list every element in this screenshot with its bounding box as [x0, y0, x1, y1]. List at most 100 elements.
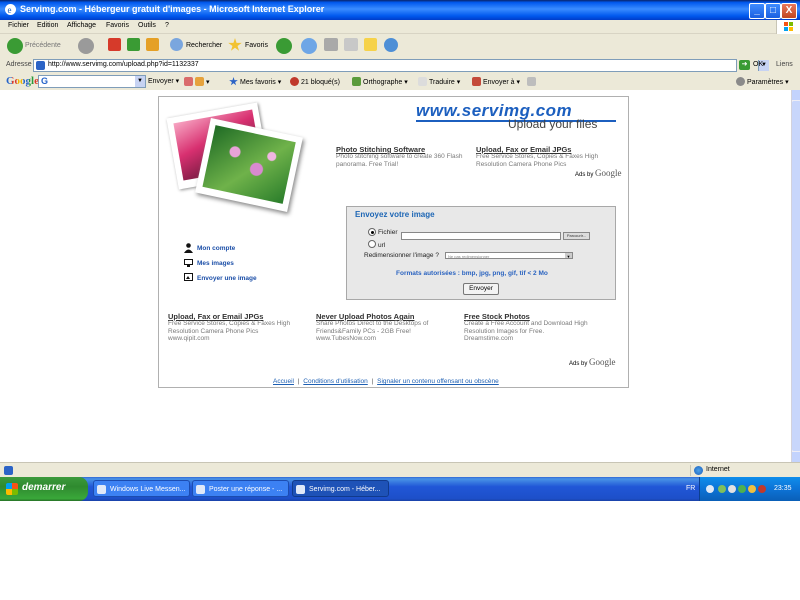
link-mon-compte[interactable]: Mon compte	[197, 245, 235, 252]
maximize-button[interactable]: □	[765, 3, 781, 19]
send-to-button[interactable]: Envoyer à ▾	[472, 77, 520, 86]
footer-link-accueil[interactable]: Accueil	[273, 378, 294, 385]
ie-icon: e	[4, 3, 17, 16]
window-title: Servimg.com - Hébergeur gratuit d'images…	[20, 4, 325, 14]
bookmark-icon	[195, 77, 204, 86]
close-button[interactable]: X	[781, 3, 797, 19]
ad-text-free-stock: Create a Free Account and Download High …	[464, 320, 588, 335]
back-arrow-icon[interactable]	[7, 38, 23, 54]
user-icon	[184, 243, 193, 253]
menu-fichier[interactable]: Fichier	[8, 22, 29, 29]
scroll-thumb[interactable]	[792, 101, 800, 451]
ad-url-tubesnow[interactable]: www.TubesNow.com	[316, 335, 376, 342]
home-icon[interactable]	[146, 38, 159, 51]
menu-outils[interactable]: Outils	[138, 22, 156, 29]
google-extra-icons[interactable]: ▾	[184, 77, 210, 86]
address-bar: Adresse http://www.servimg.com/upload.ph…	[0, 58, 800, 74]
task-label: Windows Live Messen...	[110, 486, 186, 493]
translate-label: Traduire	[429, 79, 455, 86]
google-send-button[interactable]: Envoyer ▾	[148, 77, 179, 85]
task-poster-une-reponse[interactable]: Poster une réponse - ...	[192, 480, 289, 497]
minimize-button[interactable]: _	[749, 3, 765, 19]
back-button-label[interactable]: Précédente	[25, 42, 61, 49]
file-input[interactable]	[401, 232, 561, 240]
ad-url-dreamstime[interactable]: Dreamstime.com	[464, 335, 513, 342]
google-favorites-label: Mes favoris	[240, 79, 276, 86]
pencil-icon[interactable]	[527, 77, 538, 86]
tray-antivirus-icon[interactable]	[758, 485, 766, 493]
go-button[interactable]: OK	[753, 61, 763, 68]
ads-by-google-top[interactable]: Ads by Google	[575, 168, 622, 178]
settings-button[interactable]: Paramètres ▾	[736, 77, 789, 86]
google-logo[interactable]: Google	[6, 75, 39, 87]
star-icon	[229, 77, 238, 86]
google-search-input[interactable]: G ▼	[38, 75, 146, 88]
stop-icon[interactable]	[108, 38, 121, 51]
svg-text:e: e	[8, 5, 12, 15]
ads-by-label-bottom: Ads by	[569, 361, 588, 367]
security-zone: Internet	[706, 466, 730, 473]
spellcheck-icon	[352, 77, 361, 86]
task-servimg[interactable]: Servimg.com - Héber...	[292, 480, 389, 497]
menu-affichage[interactable]: Affichage	[67, 22, 96, 29]
ads-by-label: Ads by	[575, 172, 594, 178]
menu-edition[interactable]: Edition	[37, 22, 58, 29]
link-envoyer-une-image[interactable]: Envoyer une image	[197, 275, 257, 282]
tray-security-icon[interactable]	[748, 485, 756, 493]
search-icon[interactable]	[170, 38, 183, 51]
start-button[interactable]: demarrer	[0, 477, 88, 501]
task-label: Poster une réponse - ...	[209, 486, 283, 493]
popup-blocker-button[interactable]: 21 bloqué(s)	[290, 77, 340, 86]
spellcheck-button[interactable]: Orthographe ▾	[352, 77, 408, 86]
address-url[interactable]: http://www.servimg.com/upload.php?id=113…	[48, 61, 199, 68]
send-button[interactable]: Envoyer	[463, 283, 499, 295]
send-to-icon	[472, 77, 481, 86]
messenger-icon[interactable]	[384, 38, 398, 52]
ads-by-google-bottom[interactable]: Ads by Google	[569, 357, 616, 367]
print-icon[interactable]	[324, 38, 338, 51]
scroll-up-arrow-icon[interactable]	[792, 90, 800, 100]
translate-icon	[418, 77, 427, 86]
favorites-star-icon[interactable]	[228, 38, 242, 51]
google-favorites-button[interactable]: Mes favoris ▾	[229, 77, 281, 86]
ads-by-brand: Google	[595, 168, 622, 178]
google-search-dropdown-icon[interactable]: ▼	[135, 76, 145, 87]
footer-link-signaler[interactable]: Signaler un contenu offensant ou obscène	[377, 378, 499, 385]
task-windows-live-messenger[interactable]: Windows Live Messen...	[93, 480, 190, 497]
address-input[interactable]: http://www.servimg.com/upload.php?id=113…	[33, 59, 769, 72]
resize-dropdown-icon[interactable]: ▼	[565, 253, 572, 259]
search-button-label[interactable]: Rechercher	[186, 42, 222, 49]
tray-network-icon[interactable]	[718, 485, 726, 493]
windows-flag-icon	[776, 20, 800, 34]
browse-button[interactable]: Parcourir...	[563, 232, 590, 240]
discuss-icon[interactable]	[364, 38, 377, 51]
ad-url-qipit[interactable]: www.qipit.com	[168, 335, 210, 342]
links-button[interactable]: Liens	[776, 61, 793, 68]
refresh-icon[interactable]	[127, 38, 140, 51]
link-mes-images[interactable]: Mes images	[197, 260, 234, 267]
favorites-button-label[interactable]: Favoris	[245, 42, 268, 49]
google-logo-text: Google	[6, 75, 39, 87]
history-icon[interactable]	[276, 38, 292, 54]
radio-fichier[interactable]	[368, 228, 376, 236]
vertical-scrollbar[interactable]	[791, 90, 800, 462]
allowed-formats: Formats autorisées : bmp, jpg, png, gif,…	[396, 270, 548, 277]
menu-favoris[interactable]: Favoris	[106, 22, 129, 29]
tray-volume-icon[interactable]	[728, 485, 736, 493]
tray-messenger-icon[interactable]	[738, 485, 746, 493]
page-icon	[36, 61, 45, 70]
blank-area	[0, 501, 800, 600]
tray-arrow-icon[interactable]	[706, 485, 714, 493]
logo-tagline: Upload your files	[508, 117, 598, 131]
edit-icon[interactable]	[344, 38, 358, 51]
resize-select[interactable]: Ne pas redimensionner ▼	[445, 252, 573, 259]
language-indicator[interactable]: FR	[686, 485, 695, 492]
mail-icon[interactable]	[301, 38, 317, 54]
forward-arrow-icon[interactable]	[78, 38, 94, 54]
menu-help[interactable]: ?	[165, 22, 169, 29]
scroll-down-arrow-icon[interactable]	[792, 452, 800, 462]
translate-button[interactable]: Traduire ▾	[418, 77, 460, 86]
radio-url[interactable]	[368, 240, 376, 248]
go-arrow-icon[interactable]: ➜	[739, 60, 750, 70]
footer-link-conditions[interactable]: Conditions d'utilisation	[303, 378, 367, 385]
